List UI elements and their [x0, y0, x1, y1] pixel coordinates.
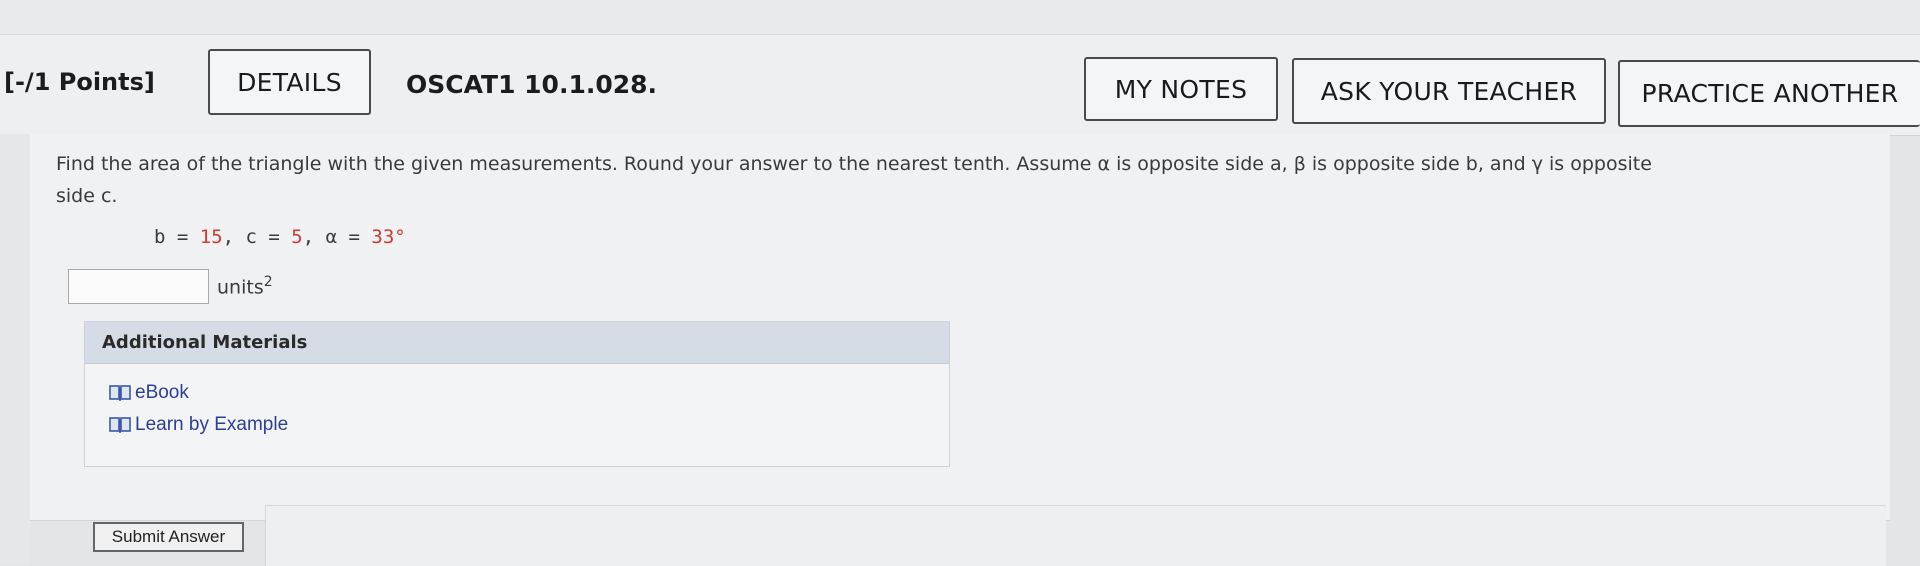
- units-label: units2: [217, 274, 273, 298]
- question-id: OSCAT1 10.1.028.: [406, 70, 658, 99]
- top-strip: [0, 0, 1920, 36]
- alpha-label: , α =: [302, 226, 372, 248]
- alpha-value: 33°: [371, 226, 406, 248]
- ebook-label[interactable]: eBook: [135, 382, 189, 404]
- learn-by-example-label[interactable]: Learn by Example: [135, 414, 288, 436]
- units-text: units: [217, 276, 264, 299]
- book-icon: [109, 416, 131, 434]
- answer-input[interactable]: [68, 269, 209, 304]
- submit-area: [265, 505, 1886, 566]
- book-icon: [109, 384, 131, 402]
- submit-answer-button[interactable]: Submit Answer: [93, 522, 244, 552]
- learn-by-example-link[interactable]: Learn by Example: [109, 414, 288, 436]
- c-label: , c =: [222, 226, 292, 248]
- points-label: [-/1 Points]: [4, 68, 155, 96]
- details-button[interactable]: DETAILS: [208, 49, 371, 115]
- units-exponent: 2: [263, 274, 273, 290]
- question-line-1: Find the area of the triangle with the g…: [56, 153, 1652, 175]
- my-notes-button[interactable]: MY NOTES: [1084, 57, 1278, 121]
- question-text: Find the area of the triangle with the g…: [56, 148, 1876, 212]
- additional-materials-panel: Additional Materials eBook Learn by Exam…: [84, 321, 950, 467]
- ask-teacher-button[interactable]: ASK YOUR TEACHER: [1292, 58, 1606, 124]
- additional-materials-title: Additional Materials: [85, 322, 949, 364]
- ebook-link[interactable]: eBook: [109, 382, 189, 404]
- c-value: 5: [291, 226, 303, 248]
- b-label: b =: [154, 226, 200, 248]
- practice-another-button[interactable]: PRACTICE ANOTHER: [1618, 60, 1920, 127]
- b-value: 15: [199, 226, 223, 248]
- given-measurements: b = 15, c = 5, α = 33°: [154, 226, 406, 248]
- question-line-2: side c.: [56, 185, 118, 207]
- left-margin: [0, 134, 30, 565]
